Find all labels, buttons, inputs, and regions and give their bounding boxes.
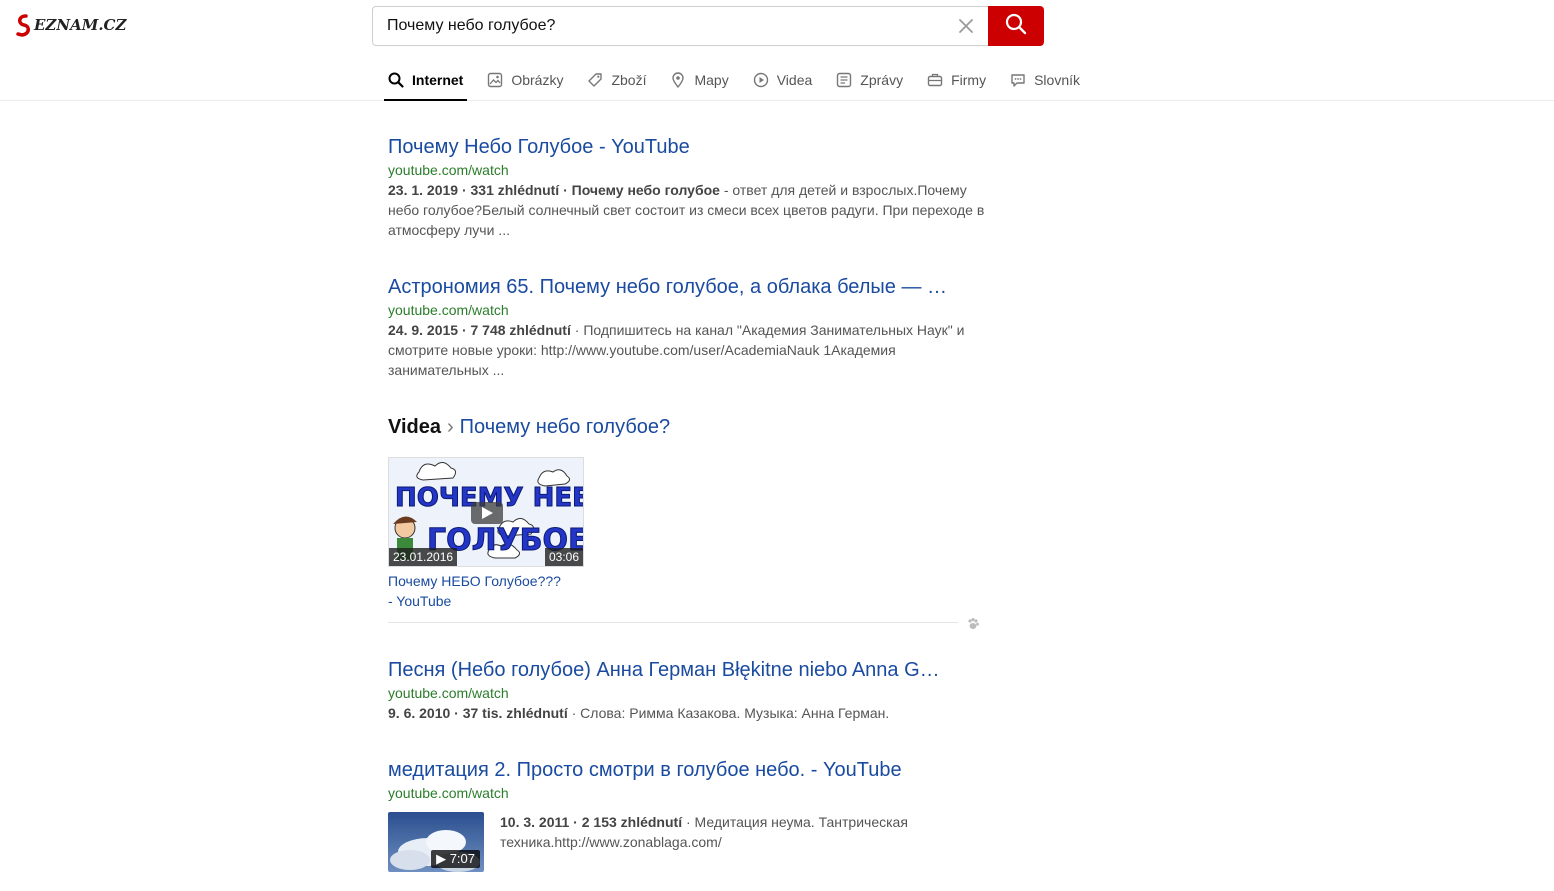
- tab-label: Mapy: [694, 71, 729, 88]
- video-caption-line2: - YouTube: [388, 593, 452, 609]
- search-result: Астрономия 65. Почему небо голубое, а об…: [388, 274, 988, 380]
- video-thumbnail[interactable]: ПОЧЕМУ НЕБО ГОЛУБОЕ ? 23.01.2016 03:06: [388, 457, 584, 567]
- image-icon: [487, 72, 503, 88]
- search-tabs: Internet Obrázky Zboží Mapy Videa Zprávy…: [384, 58, 1100, 101]
- search-icon: [388, 72, 404, 88]
- header: EZNAM.CZ Internet Obrázky Zboží Mapy: [0, 0, 1554, 101]
- videa-heading: Videa › Почему небо голубое?: [388, 414, 670, 440]
- search-button[interactable]: [988, 6, 1044, 46]
- briefcase-icon: [927, 72, 943, 88]
- result-url[interactable]: youtube.com/watch: [388, 683, 988, 703]
- search-input[interactable]: [387, 7, 947, 45]
- video-caption-line1: Почему НЕБО Голубое???: [388, 573, 561, 589]
- videa-title[interactable]: Videa: [388, 416, 441, 438]
- tab-internet[interactable]: Internet: [384, 58, 468, 101]
- search-box: [372, 6, 989, 46]
- result-url[interactable]: youtube.com/watch: [388, 300, 988, 320]
- video-duration-badge: ▶ 7:07: [431, 850, 480, 868]
- result-snippet: 23. 1. 2019 · 331 zhlédnutí · Почему неб…: [388, 180, 988, 240]
- result-title-link[interactable]: Песня (Небо голубое) Анна Герман Błękitn…: [388, 657, 948, 683]
- seznam-logo[interactable]: EZNAM.CZ: [16, 12, 134, 40]
- tab-zbozi[interactable]: Zboží: [583, 58, 650, 101]
- result-title-link[interactable]: Почему Небо Голубое - YouTube: [388, 134, 948, 160]
- tab-videa[interactable]: Videa: [749, 58, 817, 101]
- search-result: медитация 2. Просто смотри в голубое неб…: [388, 757, 988, 803]
- tab-slovnik[interactable]: Slovník: [1006, 58, 1084, 101]
- tab-label: Slovník: [1034, 71, 1080, 88]
- result-title-link[interactable]: медитация 2. Просто смотри в голубое неб…: [388, 757, 948, 783]
- search-result: Почему Небо Голубое - YouTube youtube.co…: [388, 134, 988, 240]
- tab-label: Zprávy: [860, 71, 904, 88]
- map-pin-icon: [670, 71, 686, 88]
- result-meta: 23. 1. 2019 · 331 zhlédnutí · Почему неб…: [388, 182, 720, 198]
- section-divider: [388, 622, 958, 623]
- video-date-badge: 23.01.2016: [389, 548, 458, 566]
- video-duration-badge: 03:06: [544, 548, 583, 566]
- tab-label: Internet: [412, 71, 464, 88]
- tab-zpravy[interactable]: Zprávy: [832, 58, 907, 101]
- search-result: Песня (Небо голубое) Анна Герман Błękitn…: [388, 657, 988, 723]
- result-title-link[interactable]: Астрономия 65. Почему небо голубое, а об…: [388, 274, 948, 300]
- result-snippet-text: · Слова: Римма Казакова. Музыка: Анна Ге…: [567, 705, 890, 721]
- news-icon: [836, 72, 852, 88]
- paw-icon[interactable]: [966, 617, 980, 631]
- result-snippet: 9. 6. 2010 · 37 tis. zhlédnutí · Слова: …: [388, 703, 988, 723]
- tab-firmy[interactable]: Firmy: [923, 58, 990, 101]
- clear-search-icon[interactable]: [957, 17, 975, 35]
- result-url[interactable]: youtube.com/watch: [388, 160, 988, 180]
- tab-mapy[interactable]: Mapy: [666, 58, 732, 101]
- svg-text:EZNAM.CZ: EZNAM.CZ: [33, 16, 127, 34]
- tab-label: Zboží: [611, 71, 647, 88]
- result-meta: 9. 6. 2010 · 37 tis. zhlédnutí: [388, 705, 568, 721]
- result-meta: 24. 9. 2015 · 7 748 zhlédnutí: [388, 322, 571, 338]
- result-snippet: 24. 9. 2015 · 7 748 zhlédnutí · Подпишит…: [388, 320, 988, 380]
- tab-label: Firmy: [951, 71, 987, 88]
- result-snippet: 10. 3. 2011 · 2 153 zhlédnutí · Медитаци…: [500, 812, 970, 852]
- chat-icon: [1010, 72, 1026, 88]
- search-icon: [1005, 13, 1027, 40]
- breadcrumb-separator: ›: [447, 416, 454, 438]
- video-caption-link[interactable]: Почему НЕБО Голубое??? - YouTube: [388, 571, 578, 611]
- result-meta: 10. 3. 2011 · 2 153 zhlédnutí: [500, 814, 683, 830]
- result-video-thumbnail[interactable]: ▶ 7:07: [388, 812, 484, 872]
- tab-label: Videa: [776, 71, 813, 88]
- tag-icon: [587, 72, 603, 88]
- result-url[interactable]: youtube.com/watch: [388, 783, 988, 803]
- play-icon: [753, 72, 769, 88]
- tab-obrazky[interactable]: Obrázky: [483, 58, 567, 101]
- tab-label: Obrázky: [511, 71, 564, 88]
- videa-query-link[interactable]: Почему небо голубое?: [460, 416, 670, 438]
